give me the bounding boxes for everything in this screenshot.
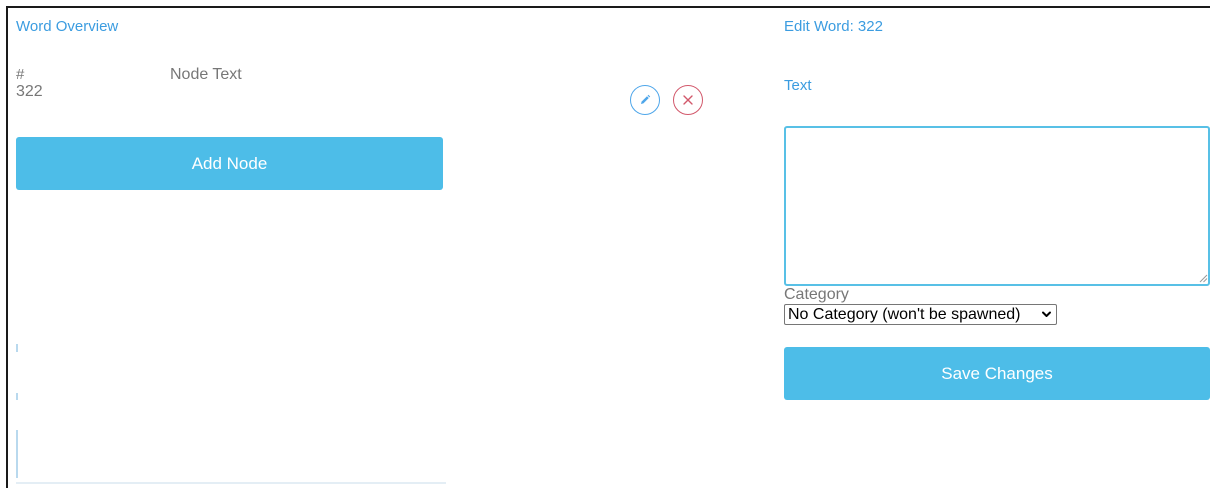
node-text-input[interactable] — [784, 126, 1210, 286]
category-selected-value: No Category (won't be spawned) — [788, 305, 1021, 323]
word-overview-title: Word Overview — [16, 18, 119, 35]
chevron-down-icon — [1042, 311, 1051, 317]
edit-word-title: Edit Word: 322 — [784, 18, 883, 35]
scroll-edge-mark — [16, 344, 18, 352]
column-header-id: # — [16, 66, 25, 83]
scroll-edge-mark — [16, 430, 18, 478]
text-field-label: Text — [784, 77, 812, 94]
panel-divider — [16, 482, 446, 484]
edit-node-button[interactable] — [630, 85, 660, 115]
node-row-id: 322 — [16, 83, 43, 100]
delete-node-button[interactable] — [673, 85, 703, 115]
add-node-button[interactable]: Add Node — [16, 137, 443, 190]
save-changes-button[interactable]: Save Changes — [784, 347, 1210, 400]
column-header-node-text: Node Text — [170, 66, 242, 83]
pencil-icon — [641, 94, 651, 104]
resize-handle-icon[interactable] — [1199, 274, 1208, 283]
category-select[interactable]: No Category (won't be spawned) — [784, 304, 1057, 325]
close-icon — [683, 95, 693, 105]
scroll-edge-mark — [16, 393, 18, 400]
category-label: Category — [784, 286, 849, 303]
